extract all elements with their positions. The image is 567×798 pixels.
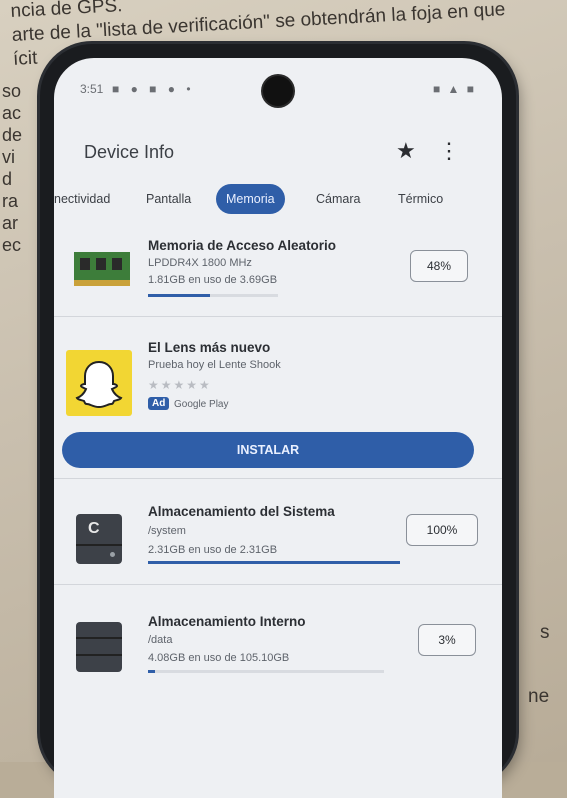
notification-icons: ■ ● ■ ● • [112, 82, 195, 96]
tab-bar: nectividad Pantalla Memoria Cámara Térmi… [54, 184, 502, 220]
internal-storage-path: /data [148, 634, 173, 646]
paper-right-frag: s [540, 622, 550, 643]
status-bar: 3:51 ■ ● ■ ● • ■ ▲ ■ [54, 80, 502, 104]
paper-right-frag: ne [528, 686, 550, 707]
star-icon[interactable]: ★ [396, 138, 416, 164]
paper-frag: so [2, 81, 22, 101]
paper-frag: ra [2, 191, 19, 211]
system-storage-path: /system [148, 525, 186, 537]
internal-storage-icon [76, 622, 122, 672]
system-progress-fill [148, 561, 400, 564]
ad-subtitle: Prueba hoy el Lente Shook [148, 359, 281, 371]
ram-title: Memoria de Acceso Aleatorio [148, 238, 337, 253]
divider [54, 316, 502, 317]
paper-frag: ac [2, 103, 22, 123]
tab-conectividad[interactable]: nectividad [54, 192, 110, 206]
divider [54, 478, 502, 479]
system-progress-track [148, 561, 400, 564]
install-button[interactable]: INSTALAR [62, 432, 474, 468]
app-bar: Device Info ★ ⋮ [54, 136, 502, 176]
ad-rating-stars: ★★★★★ [148, 378, 212, 392]
more-vert-icon[interactable]: ⋮ [438, 138, 460, 164]
ad-badge: Ad [148, 397, 170, 410]
paper-frag: ar [2, 213, 19, 233]
paper-left-fragments: so ac de vi d ra ar ec [2, 80, 22, 256]
ad-store-label: Google Play [174, 399, 229, 410]
internal-progress-fill [148, 670, 156, 673]
ram-chip-icon [74, 252, 130, 286]
internal-storage-title: Almacenamiento Interno [148, 614, 306, 629]
drive-letter: C [88, 520, 100, 537]
ram-type: LPDDR4X 1800 MHz [148, 257, 252, 269]
tab-camara[interactable]: Cámara [316, 192, 360, 206]
ram-progress-fill [148, 294, 211, 297]
internal-storage-usage: 4.08GB en uso de 105.10GB [148, 652, 290, 664]
status-time: 3:51 [80, 82, 104, 96]
ram-usage: 1.81GB en uso de 3.69GB [148, 274, 278, 286]
system-status-icons: ■ ▲ ■ [432, 82, 476, 96]
paper-frag: de [2, 125, 23, 145]
phone-screen: 3:51 ■ ● ■ ● • ■ ▲ ■ Device Info ★ ⋮ nec… [54, 58, 502, 798]
system-storage-usage: 2.31GB en uso de 2.31GB [148, 544, 278, 556]
paper-frag: d [2, 169, 13, 189]
paper-frag: vi [2, 147, 15, 167]
snapchat-ghost-icon[interactable] [66, 350, 132, 416]
internal-percent-button[interactable]: 3% [418, 624, 476, 656]
tab-memoria[interactable]: Memoria [216, 184, 285, 214]
ram-progress-track [148, 294, 278, 297]
ram-percent-button[interactable]: 48% [410, 250, 468, 282]
paper-frag: ec [2, 235, 22, 255]
phone-body: 3:51 ■ ● ■ ● • ■ ▲ ■ Device Info ★ ⋮ nec… [40, 44, 516, 798]
app-title: Device Info [84, 142, 175, 162]
tab-termico[interactable]: Térmico [398, 192, 443, 206]
ad-title: El Lens más nuevo [148, 340, 271, 355]
divider [54, 584, 502, 585]
internal-progress-track [148, 670, 384, 673]
system-storage-title: Almacenamiento del Sistema [148, 504, 335, 519]
system-percent-button[interactable]: 100% [406, 514, 478, 546]
tab-pantalla[interactable]: Pantalla [146, 192, 191, 206]
system-drive-icon: C [76, 514, 122, 564]
